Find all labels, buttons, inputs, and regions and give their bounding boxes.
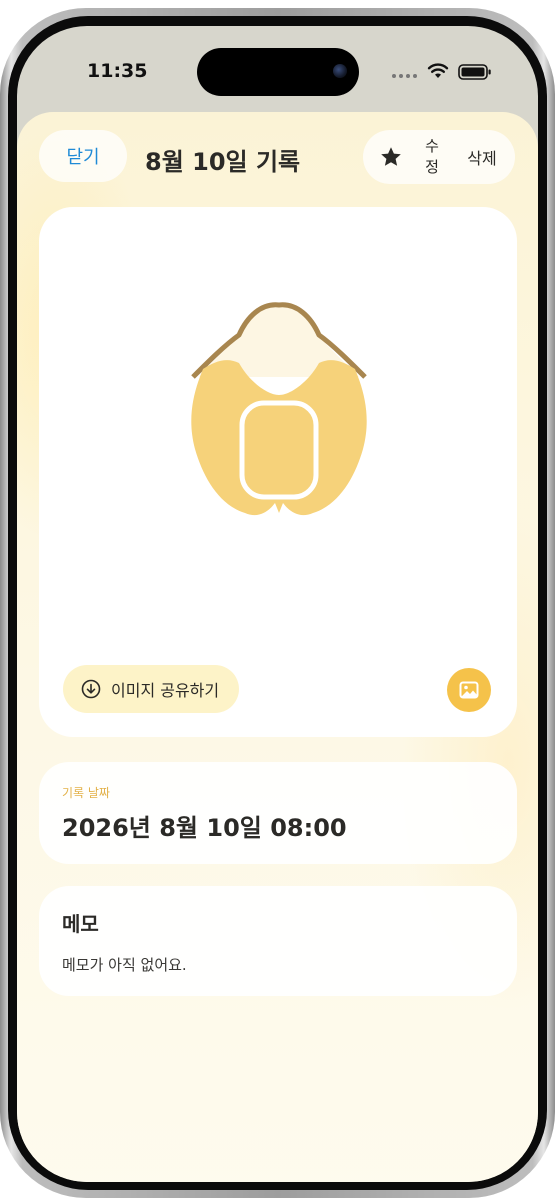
onigiri-illustration (191, 302, 367, 516)
page-title: 8월 10일 기록 (145, 148, 301, 176)
image-icon (459, 681, 479, 699)
record-date-label: 기록 날짜 (62, 786, 110, 800)
gallery-button[interactable] (447, 668, 491, 712)
favorite-button[interactable] (377, 142, 405, 172)
star-icon (381, 147, 401, 166)
record-detail-sheet: 닫기 8월 10일 기록 수정 삭제 이미지 공유하기 기록 날짜 2026년 … (17, 112, 538, 1182)
wifi-icon (427, 63, 449, 78)
close-button[interactable]: 닫기 (39, 130, 127, 182)
memo-body: 메모가 아직 없어요. (62, 956, 187, 974)
download-icon (81, 679, 101, 699)
status-bar: 11:35 (17, 26, 538, 116)
screen: 11:35 닫기 8월 10일 기록 수정 삭제 이미지 공유하기 기록 날짜 … (17, 26, 538, 1182)
battery-icon (458, 64, 491, 80)
status-time: 11:35 (87, 60, 148, 82)
share-image-label: 이미지 공유하기 (111, 681, 220, 700)
edit-button[interactable]: 수정 (421, 132, 443, 182)
record-date-card: 기록 날짜 2026년 8월 10일 08:00 (39, 762, 517, 864)
memo-card: 메모 메모가 아직 없어요. (39, 886, 517, 996)
delete-button[interactable]: 삭제 (459, 140, 505, 174)
share-image-button[interactable]: 이미지 공유하기 (63, 665, 240, 713)
dynamic-island (197, 48, 359, 96)
record-date-value: 2026년 8월 10일 08:00 (62, 814, 347, 842)
header-actions: 수정 삭제 (363, 130, 515, 184)
memo-title: 메모 (62, 912, 99, 936)
image-card: 이미지 공유하기 (39, 207, 517, 737)
camera-icon (333, 64, 347, 78)
cellular-signal-icon (392, 74, 417, 78)
